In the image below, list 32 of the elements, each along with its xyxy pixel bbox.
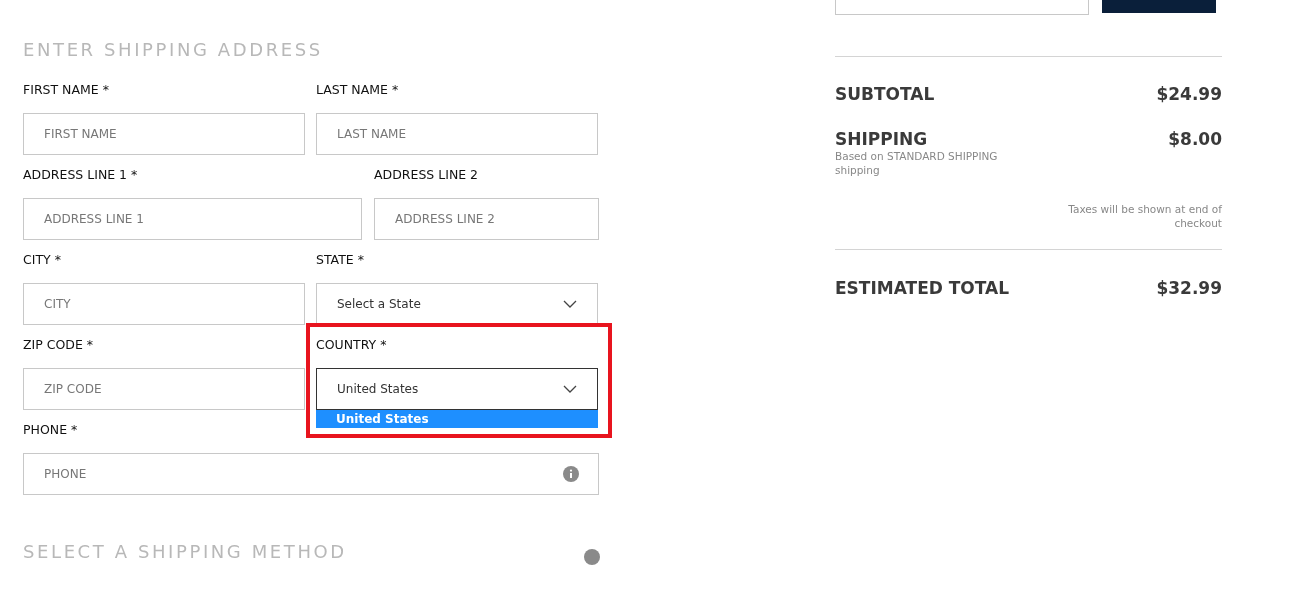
field-label: ZIP CODE * <box>23 337 95 353</box>
info-icon <box>584 549 600 565</box>
input-field[interactable]: ADDRESS LINE 1 <box>23 198 362 240</box>
total-amount: $32.99 <box>1156 278 1222 298</box>
summary-amount: $24.99 <box>1156 84 1222 104</box>
input-field[interactable]: ZIP CODE <box>23 368 305 410</box>
shipping-note: Based on STANDARD SHIPPING shipping <box>835 149 999 177</box>
summary-amount: $8.00 <box>1168 129 1222 149</box>
input-field[interactable]: PHONE <box>23 453 599 495</box>
total-label: ESTIMATED TOTAL <box>835 278 1010 298</box>
tax-note: Taxes will be shown at end of checkout <box>1067 202 1222 230</box>
field-label: ADDRESS LINE 1 * <box>23 167 139 183</box>
input-field[interactable]: CITY <box>23 283 305 325</box>
field-label: LAST NAME * <box>316 82 400 98</box>
input-field[interactable]: FIRST NAME <box>23 113 305 155</box>
field-label: ADDRESS LINE 2 <box>374 167 480 183</box>
field-label: PHONE * <box>23 422 79 438</box>
field-label: STATE * <box>316 252 365 268</box>
section-heading: SELECT A SHIPPING METHOD <box>23 541 347 563</box>
summary-label: SHIPPING <box>835 129 929 149</box>
input-field[interactable]: ADDRESS LINE 2 <box>374 198 599 240</box>
select-field[interactable]: Select a State <box>316 283 598 325</box>
field-label: COUNTRY * <box>316 337 388 353</box>
section-heading: ENTER SHIPPING ADDRESS <box>23 39 324 61</box>
chevron-down-icon <box>563 300 577 308</box>
field-label: CITY * <box>23 252 62 268</box>
summary-label: SUBTOTAL <box>835 84 935 104</box>
field-label: FIRST NAME * <box>23 82 110 98</box>
chevron-down-icon <box>563 385 577 393</box>
info-icon <box>563 466 579 482</box>
input-field[interactable]: LAST NAME <box>316 113 598 155</box>
select-field[interactable]: United States <box>316 368 598 410</box>
